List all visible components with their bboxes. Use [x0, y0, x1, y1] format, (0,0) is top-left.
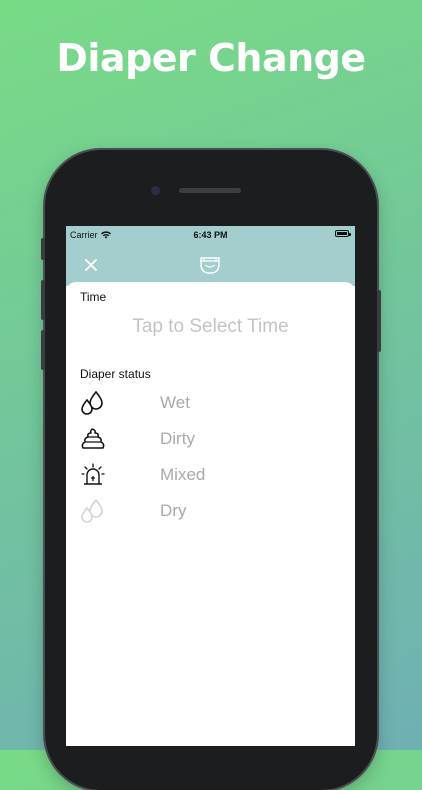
close-icon [85, 259, 97, 271]
nav-bar [66, 244, 355, 286]
alarm-icon [81, 463, 105, 485]
status-option-label: Dry [160, 501, 187, 520]
droplets-icon [81, 498, 103, 523]
poop-icon [81, 428, 105, 449]
diaper-icon [200, 257, 220, 274]
status-option-mixed[interactable]: Mixed [80, 460, 340, 490]
close-button[interactable] [80, 254, 102, 276]
status-option-label: Wet [160, 393, 190, 412]
status-option-label: Mixed [160, 465, 206, 484]
droplets-icon [81, 390, 103, 415]
status-option-dirty[interactable]: Dirty [80, 424, 340, 454]
form-sheet: Time Tap to Select Time Diaper status We… [66, 282, 355, 746]
status-option-dry[interactable]: Dry [80, 496, 340, 526]
status-option-wet[interactable]: Wet [80, 388, 340, 418]
earpiece-speaker [179, 188, 241, 193]
power-button [377, 290, 381, 352]
time-label: Time [80, 290, 107, 304]
volume-down-button [41, 330, 45, 370]
volume-up-button [41, 280, 45, 320]
promo-title: Diaper Change [56, 36, 366, 80]
app-screen: Carrier 6:43 PM Time Tap to Select Time … [66, 226, 355, 746]
battery-icon [335, 230, 351, 237]
mute-switch [41, 238, 45, 260]
status-time: 6:43 PM [193, 230, 228, 240]
diaper-status-label: Diaper status [80, 367, 151, 381]
time-select-field[interactable]: Tap to Select Time [66, 316, 355, 338]
front-camera [151, 186, 160, 195]
phone-frame: Carrier 6:43 PM Time Tap to Select Time … [41, 150, 381, 790]
status-option-label: Dirty [160, 429, 195, 448]
status-bar: Carrier 6:43 PM [66, 226, 355, 244]
